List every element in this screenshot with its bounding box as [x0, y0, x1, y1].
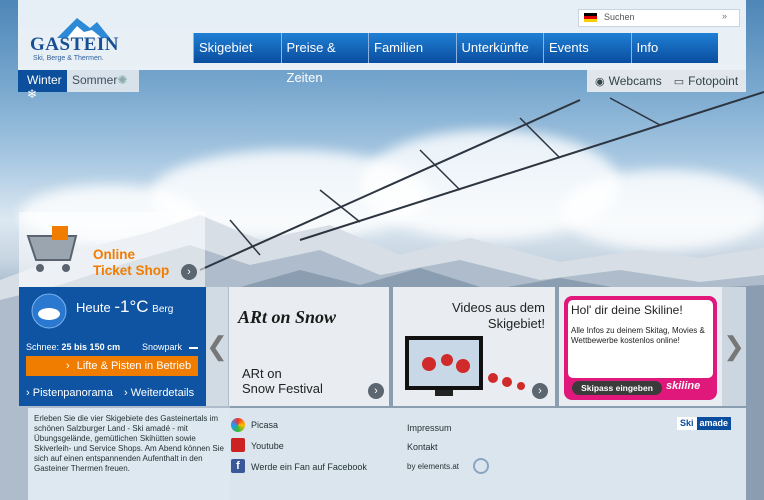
- snowpark-status: Snowpark: [142, 342, 198, 352]
- weather-today-label: Heute: [76, 300, 111, 315]
- art-title-line-1: ARt on: [242, 366, 282, 381]
- sun-icon: ✺: [117, 73, 128, 87]
- brand-tagline: Ski, Berge & Thermen.: [33, 55, 104, 62]
- photo-icon[interactable]: ▭: [674, 75, 684, 88]
- german-flag-icon[interactable]: [584, 13, 597, 22]
- nav-item-info[interactable]: Info: [630, 33, 718, 63]
- chevron-right-icon: ›: [26, 387, 30, 399]
- kontakt-link[interactable]: Kontakt: [407, 442, 438, 452]
- chevron-right-icon: ›: [66, 360, 70, 372]
- carousel-prev-button[interactable]: ❮: [206, 287, 228, 406]
- brand-name: GASTEIN: [30, 34, 120, 55]
- search-input[interactable]: [578, 9, 740, 27]
- search-placeholder: Suchen: [604, 12, 635, 22]
- lifts-button[interactable]: › Lifte & Pisten in Betrieb: [26, 356, 198, 376]
- elements-link[interactable]: by elements.at: [407, 462, 459, 471]
- fotopoint-link[interactable]: Fotopoint: [688, 74, 738, 88]
- facebook-icon[interactable]: f: [231, 459, 245, 473]
- videos-title-line-2: Skigebiet!: [487, 316, 545, 331]
- ticket-arrow-icon[interactable]: ›: [181, 264, 197, 280]
- camera-icon[interactable]: ◉: [595, 75, 605, 88]
- picasa-icon[interactable]: [231, 418, 245, 432]
- nav-item-skigebiet[interactable]: Skigebiet: [193, 33, 281, 63]
- weather-temp: -1°C: [114, 297, 149, 316]
- elements-logo-icon: [473, 458, 489, 474]
- chevron-right-icon: ›: [124, 387, 128, 399]
- snow-info: Schnee: 25 bis 150 cm: [26, 342, 120, 352]
- nav-item-unterkuenfte[interactable]: Unterkünfte: [455, 33, 543, 63]
- snow-value: 25 bis 150 cm: [61, 342, 121, 352]
- nav-item-familien[interactable]: Familien: [368, 33, 456, 63]
- videos-title: Videos aus dem Skigebiet!: [405, 300, 545, 332]
- shopping-cart-icon: [26, 226, 78, 272]
- forecast-label: Weiterdetails: [130, 387, 195, 399]
- art-title-line-2: Snow Festival: [242, 381, 323, 396]
- main-nav: Skigebiet Preise & Zeiten Familien Unter…: [193, 33, 718, 85]
- facebook-link[interactable]: Werde ein Fan auf Facebook: [251, 462, 367, 472]
- nav-item-preise[interactable]: Preise & Zeiten: [280, 33, 368, 85]
- snowpark-indicator: [188, 346, 198, 349]
- ski-amade-logo[interactable]: Ski amade: [677, 417, 732, 430]
- panorama-link[interactable]: › Pistenpanorama: [26, 387, 113, 399]
- snowpark-label: Snowpark: [142, 342, 183, 352]
- sommer-label: Sommer: [72, 73, 118, 87]
- art-arrow-icon[interactable]: ›: [368, 383, 384, 399]
- winter-label: Winter: [27, 73, 62, 87]
- panorama-label: Pistenpanorama: [32, 387, 113, 399]
- skiline-brand: skiline: [666, 380, 701, 392]
- weather-location: Berg: [152, 304, 174, 315]
- tools-bar: ◉ Webcams ▭ Fotopoint: [587, 70, 746, 92]
- double-chevron-icon[interactable]: »: [722, 11, 727, 21]
- videos-arrow-icon[interactable]: ›: [532, 383, 548, 399]
- skipass-button[interactable]: Skipass eingeben: [572, 381, 662, 395]
- snowflake-icon: ❄: [27, 87, 38, 101]
- footer-description: Erleben Sie die vier Skigebiete des Gast…: [34, 414, 224, 473]
- ski-amade-amade: amade: [696, 417, 732, 430]
- ticket-shop-title[interactable]: Online Ticket Shop: [93, 247, 169, 279]
- forecast-link[interactable]: › Weiterdetails: [124, 387, 194, 399]
- sommer-tab[interactable]: Sommer✺: [67, 70, 139, 92]
- art-on-snow-title: ARt on Snow Festival: [242, 366, 323, 396]
- youtube-icon[interactable]: [231, 438, 245, 452]
- snow-label: Schnee:: [26, 342, 60, 352]
- picasa-link[interactable]: Picasa: [251, 420, 278, 430]
- impressum-link[interactable]: Impressum: [407, 423, 452, 433]
- videos-title-line-1: Videos aus dem: [452, 300, 545, 315]
- season-switch: Winter ❄ Sommer✺: [18, 70, 139, 101]
- skiline-heading: Hol' dir deine Skiline!: [571, 303, 683, 317]
- ticket-line-2: Ticket Shop: [93, 263, 170, 278]
- art-on-snow-logo: ARt on Snow: [238, 307, 337, 327]
- webcams-link[interactable]: Webcams: [609, 74, 662, 88]
- youtube-link[interactable]: Youtube: [251, 441, 284, 451]
- ticket-line-1: Online: [93, 247, 136, 262]
- cloud-weather-icon: [31, 293, 67, 329]
- tv-icon: [405, 336, 525, 396]
- lifts-button-label: Lifte & Pisten in Betrieb: [76, 360, 192, 372]
- carousel-next-button[interactable]: ❯: [722, 287, 746, 406]
- winter-tab[interactable]: Winter ❄: [18, 70, 67, 101]
- nav-item-events[interactable]: Events: [543, 33, 631, 63]
- skiline-body: Alle Infos zu deinem Skitag, Movies & We…: [571, 326, 705, 345]
- weather-today: Heute -1°C Berg: [76, 297, 173, 317]
- ski-amade-ski: Ski: [677, 417, 697, 430]
